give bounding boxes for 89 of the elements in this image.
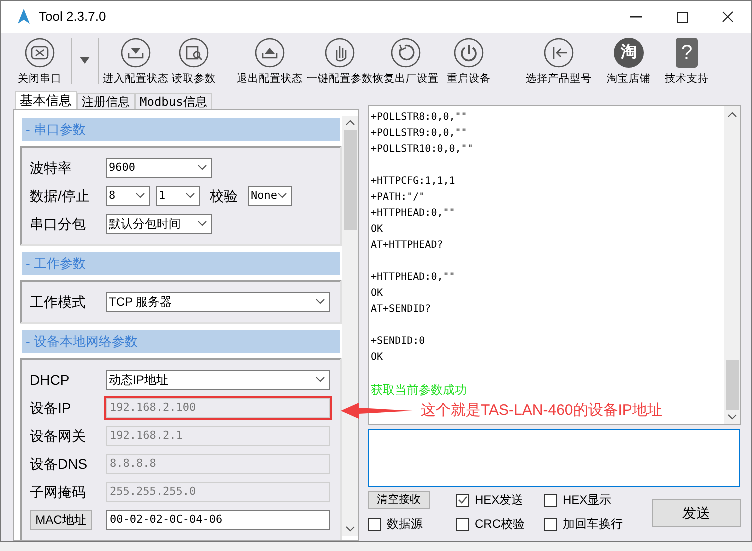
chevron-down-icon: [346, 526, 354, 532]
annotation-text: 这个就是TAS-LAN-460的设备IP地址: [421, 401, 662, 421]
tab[interactable]: 基本信息: [15, 91, 77, 109]
select-field[interactable]: 8: [106, 186, 150, 206]
toolbar-button[interactable]: 恢复出厂设置: [373, 38, 439, 88]
field-label: 设备IP: [30, 398, 72, 418]
checkbox[interactable]: CRC校验: [456, 515, 544, 533]
window-title: Tool 2.3.7.0: [39, 8, 106, 26]
log-line: +POLLSTR8:0,0,"": [371, 111, 468, 125]
app-logo-icon: [17, 9, 31, 25]
chevron-up-icon: [346, 120, 354, 126]
log-line: +HTTPHEAD:0,"": [371, 207, 456, 221]
log-line: OK: [371, 223, 384, 237]
shop-icon: 淘: [614, 38, 644, 68]
input-field[interactable]: 255.255.255.0: [106, 482, 330, 502]
log-line: +HTTPHEAD:0,"": [371, 271, 456, 285]
log-line: AT+SENDID?: [371, 303, 432, 317]
close-port-icon: [25, 38, 55, 68]
select-field[interactable]: 9600: [106, 158, 212, 178]
close-icon: [721, 10, 735, 24]
hand-icon: [325, 38, 355, 68]
select-field[interactable]: 1: [156, 186, 200, 206]
toolbar-button[interactable]: 一键配置参数: [307, 38, 373, 88]
help-icon: ?: [676, 38, 698, 68]
field-label: 工作模式: [30, 292, 87, 312]
toolbar-button[interactable]: 退出配置状态: [233, 38, 307, 88]
select-field[interactable]: 默认分包时间: [106, 214, 212, 234]
scrollbar-thumb: [726, 360, 738, 410]
field-label: 波特率: [30, 158, 73, 178]
field-label: 校验: [210, 186, 238, 206]
toolbar-button[interactable]: 进入配置状态: [103, 38, 169, 88]
chevron-down-icon: [278, 193, 287, 199]
checkbox[interactable]: HEX发送: [456, 491, 544, 509]
power-icon: [454, 38, 484, 68]
clear-receive-button[interactable]: 清空接收: [368, 491, 430, 509]
input-field[interactable]: 8.8.8.8: [106, 454, 330, 474]
toolbar-button[interactable]: 淘 淘宝店铺: [599, 38, 659, 88]
send-input-field[interactable]: [368, 428, 740, 487]
log-line: AT+HTTPHEAD?: [371, 239, 444, 253]
section-header: - 工作参数: [22, 252, 340, 275]
chevron-down-icon: [316, 377, 325, 383]
field-label: 设备DNS: [30, 454, 89, 474]
checkbox[interactable]: 数据源: [368, 515, 456, 533]
mac-address-button[interactable]: MAC地址: [30, 510, 92, 530]
toolbar-button[interactable]: 读取参数: [169, 38, 219, 88]
log-line: OK: [371, 351, 384, 365]
select-field[interactable]: TCP 服务器: [106, 292, 330, 312]
toolbar-button[interactable]: 重启设备: [439, 38, 499, 88]
caret-down-icon: [80, 57, 90, 65]
input-field[interactable]: 00-02-02-0C-04-06: [106, 510, 330, 530]
log-line: +PATH:"/": [371, 191, 426, 205]
section-header: - 设备本地网络参数: [22, 330, 340, 353]
section-header: - 串口参数: [22, 118, 340, 141]
toolbar-button[interactable]: ? 技术支持: [659, 38, 715, 88]
field-label: 设备网关: [30, 426, 87, 446]
log-line: +POLLSTR10:0,0,"": [371, 143, 474, 157]
input-field[interactable]: 192.168.2.100: [106, 398, 330, 418]
field-label: 数据/停止: [30, 186, 91, 206]
log-line: OK: [371, 287, 384, 301]
send-button[interactable]: 发送: [652, 499, 741, 527]
toolbar-button[interactable]: 关闭串口: [9, 38, 71, 88]
chevron-down-icon: [198, 165, 207, 171]
chevron-down-icon: [136, 193, 145, 199]
checkbox[interactable]: HEX显示: [544, 491, 640, 509]
status-message: 获取当前参数成功: [371, 382, 467, 398]
select-field[interactable]: None: [248, 186, 292, 206]
chevron-down-icon: [186, 193, 195, 199]
checkbox[interactable]: 加回车换行: [544, 515, 640, 533]
field-label: 串口分包: [30, 214, 87, 234]
input-field[interactable]: 192.168.2.1: [106, 426, 330, 446]
field-label: 子网掩码: [30, 482, 87, 502]
checkmark-icon: [458, 496, 468, 504]
tab[interactable]: Modbus信息: [135, 93, 212, 109]
select-field[interactable]: 动态IP地址: [106, 370, 330, 390]
chevron-up-icon: [728, 112, 736, 118]
log-line: +POLLSTR9:0,0,"": [371, 127, 468, 141]
restore-icon: [391, 38, 421, 68]
maximize-icon: [675, 10, 689, 24]
tab[interactable]: 注册信息: [77, 93, 135, 109]
chevron-down-icon: [198, 221, 207, 227]
minimize-icon: [630, 16, 642, 18]
document-search-icon: [179, 38, 209, 68]
chevron-down-icon: [316, 299, 325, 305]
log-line: +HTTPCFG:1,1,1: [371, 175, 456, 189]
field-label: DHCP: [30, 370, 71, 390]
log-line: +SENDID:0: [371, 335, 426, 349]
chevron-down-icon: [728, 414, 736, 420]
toolbar-button[interactable]: 选择产品型号: [519, 38, 599, 88]
dropdown-button[interactable]: [71, 38, 99, 84]
